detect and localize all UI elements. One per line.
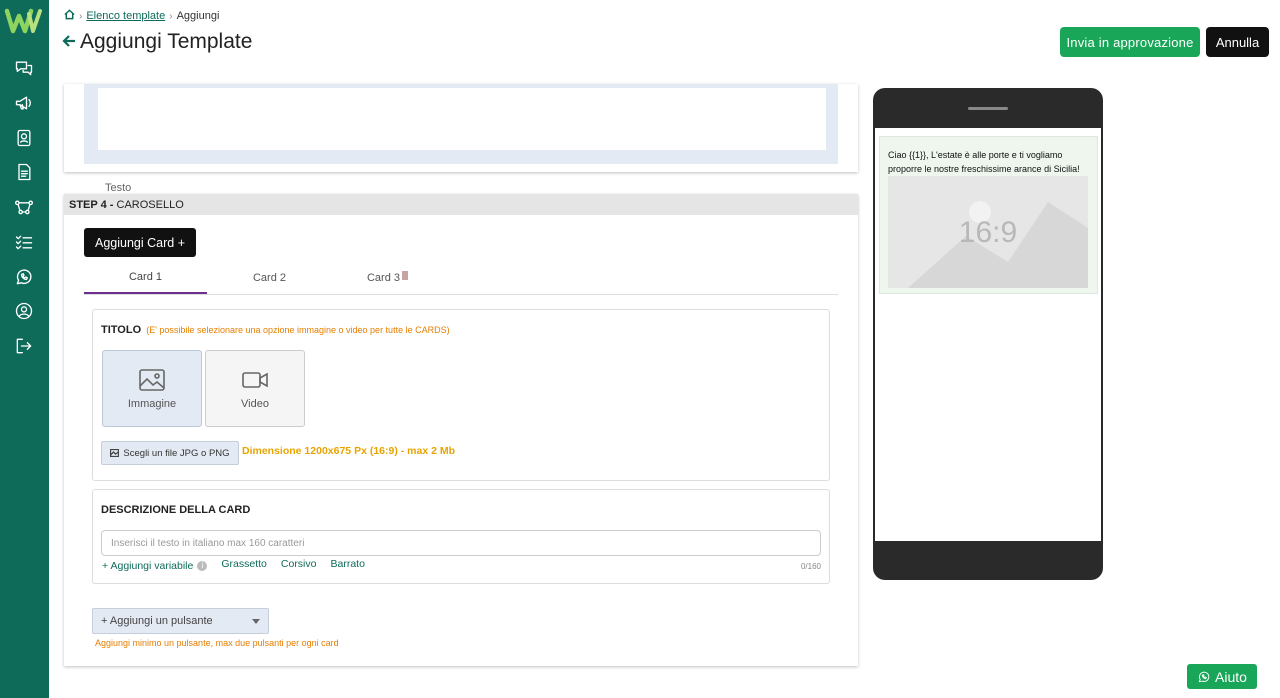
home-icon[interactable] [64, 9, 75, 23]
descrizione-section: DESCRIZIONE DELLA CARD Inserisci il test… [92, 489, 830, 584]
breadcrumb-current: Aggiungi [176, 10, 220, 22]
media-option-video[interactable]: Video [205, 350, 305, 427]
bold-button[interactable]: Grassetto [221, 558, 267, 570]
phone-speaker [968, 107, 1008, 110]
cancel-button[interactable]: Annulla [1206, 27, 1269, 57]
checklist-icon[interactable] [12, 230, 36, 254]
tab-card-1[interactable]: Card 1 [84, 261, 207, 294]
message-text: Ciao {{1}}, L'estate è alle porte e ti v… [888, 150, 1080, 174]
card-tabs: Card 1 Card 2 Card 3 [84, 261, 838, 295]
previous-step-card: Testo N [64, 84, 858, 226]
step4-title: CAROSELLO [116, 199, 184, 211]
step4-carousel-card: STEP 4 - CAROSELLO Aggiungi Card + Card … [64, 194, 858, 666]
dimension-note: Dimensione 1200x675 Px (16:9) - max 2 Mb [242, 445, 456, 457]
image-ratio-text: 16:9 [958, 216, 1018, 249]
media-option-image-label: Immagine [127, 397, 177, 410]
tab-card-2-label: Card 2 [252, 271, 287, 284]
brand-logo[interactable] [4, 6, 44, 36]
chevron-down-icon [252, 619, 260, 624]
descrizione-label: DESCRIZIONE DELLA CARD [101, 504, 251, 516]
whatsapp-icon [1198, 671, 1210, 682]
italic-button[interactable]: Corsivo [281, 558, 317, 570]
page-title-text: Aggiungi Template [80, 30, 253, 53]
previous-step-panel-inner [98, 88, 826, 150]
info-icon[interactable]: i [197, 561, 208, 571]
testo-label: Testo [105, 182, 132, 194]
tab-card-3-label: Card 3 [366, 271, 401, 284]
breadcrumb: › Elenco template › Aggiungi [64, 9, 219, 23]
phone-preview: Ciao {{1}}, L'estate è alle porte e ti v… [873, 88, 1103, 580]
descrizione-toolbar: + Aggiungi variabile i Grassetto Corsivo… [102, 558, 365, 572]
titolo-section: TITOLO (E' possibile selezionare una opz… [92, 309, 830, 481]
media-option-video-label: Video [241, 397, 269, 410]
add-variable-button[interactable]: + Aggiungi variabile [102, 560, 193, 572]
chevron-right-icon: › [169, 10, 173, 22]
megaphone-icon[interactable] [12, 91, 36, 115]
choose-file-button[interactable]: Scegli un file JPG o PNG [101, 441, 239, 465]
document-icon[interactable] [12, 160, 36, 184]
page-title: Aggiungi Template [62, 30, 252, 54]
video-camera-icon [242, 371, 268, 388]
add-button-select[interactable]: + Aggiungi un pulsante [92, 608, 269, 634]
back-arrow-icon[interactable] [62, 30, 76, 54]
phone-screen: Ciao {{1}}, L'estate è alle porte e ti v… [875, 128, 1101, 541]
add-button-select-label: + Aggiungi un pulsante [101, 615, 213, 627]
add-button-note: Aggiungi minimo un pulsante, max due pul… [95, 638, 339, 648]
image-small-icon [110, 449, 120, 457]
sidebar [0, 0, 49, 698]
user-circle-icon[interactable] [12, 299, 36, 323]
add-card-button[interactable]: Aggiungi Card + [84, 228, 196, 257]
char-counter: 0/160 [800, 562, 821, 571]
whatsapp-icon[interactable] [12, 265, 36, 289]
titolo-heading: TITOLO (E' possibile selezionare una opz… [101, 324, 450, 336]
tab-close-marker[interactable] [402, 271, 409, 280]
strikethrough-button[interactable]: Barrato [330, 558, 364, 570]
choose-file-label: Scegli un file JPG o PNG [123, 447, 230, 459]
descrizione-input[interactable]: Inserisci il testo in italiano max 160 c… [101, 530, 821, 556]
flow-icon[interactable] [12, 195, 36, 219]
step4-number: STEP 4 - [69, 199, 114, 211]
tab-card-3[interactable]: Card 3 [326, 261, 449, 294]
breadcrumb-link-template-list[interactable]: Elenco template [86, 10, 165, 22]
step4-header: STEP 4 - CAROSELLO [64, 194, 858, 215]
chat-icon[interactable] [12, 56, 36, 80]
help-button[interactable]: Aiuto [1187, 664, 1257, 689]
message-bubble: Ciao {{1}}, L'estate è alle porte e ti v… [879, 136, 1098, 294]
help-label: Aiuto [1215, 668, 1247, 685]
tab-card-1-label: Card 1 [128, 270, 163, 283]
image-icon [139, 368, 165, 391]
titolo-label: TITOLO [101, 324, 142, 336]
chevron-right-icon: › [79, 10, 83, 22]
tab-card-2[interactable]: Card 2 [208, 261, 331, 294]
titolo-note: (E' possibile selezionare una opzione im… [146, 325, 450, 335]
logout-icon[interactable] [12, 334, 36, 358]
contacts-icon[interactable] [12, 126, 36, 150]
submit-approval-button[interactable]: Invia in approvazione [1060, 27, 1200, 57]
previous-step-panel [84, 84, 838, 164]
image-placeholder: 16:9 [888, 176, 1088, 288]
media-option-image[interactable]: Immagine [102, 350, 202, 427]
